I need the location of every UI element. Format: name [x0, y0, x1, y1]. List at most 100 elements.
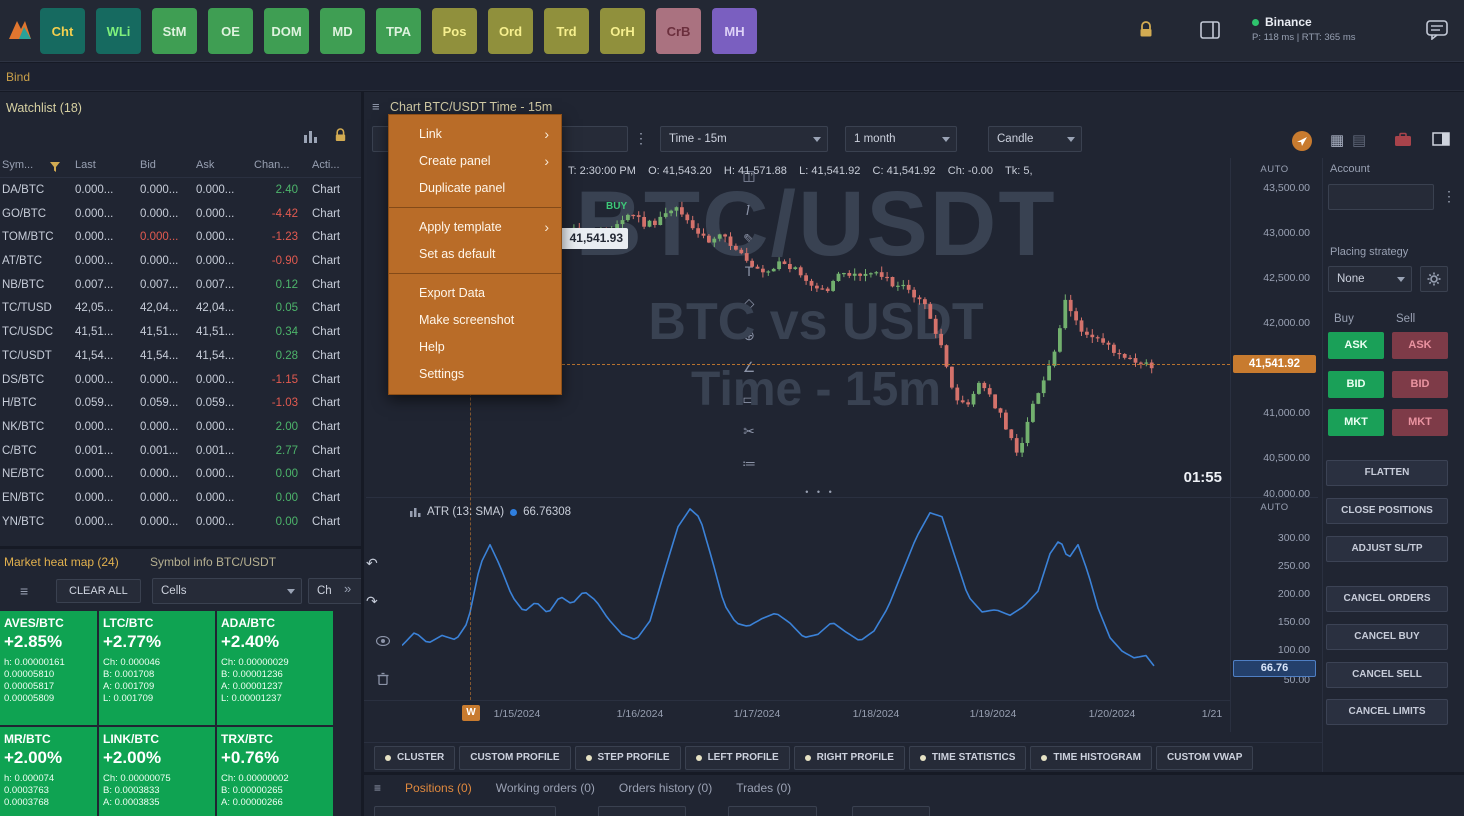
- context-menu-item[interactable]: Set as default ›: [389, 241, 561, 274]
- panel-launch-button[interactable]: Pos: [432, 8, 477, 54]
- chart-action-link[interactable]: Chart: [312, 208, 340, 220]
- context-menu-item[interactable]: Apply template ›: [389, 214, 561, 241]
- profile-button[interactable]: CUSTOM PROFILE: [459, 746, 570, 770]
- col-change[interactable]: Chan...: [254, 159, 289, 171]
- lock-workspace-icon[interactable]: [1138, 21, 1154, 39]
- watchlist-lock-icon[interactable]: [334, 128, 347, 143]
- chart-action-link[interactable]: Chart: [312, 255, 340, 267]
- watchlist-row[interactable]: TC/USDC 41,51... 41,51... 41,51... 0.34 …: [0, 322, 361, 346]
- watchlist-row[interactable]: DA/BTC 0.000... 0.000... 0.000... 2.40 C…: [0, 180, 361, 204]
- grid-view-icon[interactable]: ▦: [1330, 131, 1344, 149]
- chart-action-link[interactable]: Chart: [312, 516, 340, 528]
- heatmap-more-chevron-icon[interactable]: »: [344, 581, 351, 596]
- trade-action-button[interactable]: FLATTEN: [1326, 460, 1448, 486]
- panel-launch-button[interactable]: TPA: [376, 8, 421, 54]
- trade-action-button[interactable]: CANCEL BUY: [1326, 624, 1448, 650]
- sell-order-button[interactable]: BID: [1392, 371, 1448, 398]
- chart-action-link[interactable]: Chart: [312, 231, 340, 243]
- profile-button[interactable]: CUSTOM VWAP: [1156, 746, 1253, 770]
- watchlist-row[interactable]: TOM/BTC 0.000... 0.000... 0.000... -1.23…: [0, 227, 361, 251]
- pane-splitter-handle[interactable]: • • •: [800, 487, 840, 497]
- chart-action-link[interactable]: Chart: [312, 468, 340, 480]
- sell-order-button[interactable]: ASK: [1392, 332, 1448, 359]
- positions-tab[interactable]: Working orders (0): [496, 781, 595, 795]
- watchlist-row[interactable]: TC/USDT 41,54... 41,54... 41,54... 0.28 …: [0, 346, 361, 370]
- col-bid[interactable]: Bid: [140, 159, 156, 171]
- profile-button[interactable]: STEP PROFILE: [575, 746, 681, 770]
- col-ask[interactable]: Ask: [196, 159, 214, 171]
- watchlist-row[interactable]: NK/BTC 0.000... 0.000... 0.000... 2.00 C…: [0, 417, 361, 441]
- cells-dropdown[interactable]: Cells: [152, 578, 302, 604]
- trade-action-button[interactable]: CANCEL LIMITS: [1326, 699, 1448, 725]
- context-menu-item[interactable]: Duplicate panel ›: [389, 175, 561, 208]
- watchlist-row[interactable]: GO/BTC 0.000... 0.000... 0.000... -4.42 …: [0, 204, 361, 228]
- placing-strategy-dropdown[interactable]: None: [1328, 266, 1412, 292]
- context-menu-item[interactable]: Link ›: [389, 121, 561, 148]
- watchlist-row[interactable]: NB/BTC 0.007... 0.007... 0.007... 0.12 C…: [0, 275, 361, 299]
- visibility-eye-icon[interactable]: [376, 636, 390, 646]
- profile-button[interactable]: TIME HISTOGRAM: [1030, 746, 1152, 770]
- profile-button[interactable]: TIME STATISTICS: [909, 746, 1027, 770]
- bottom-action-button[interactable]: [598, 806, 686, 816]
- speed-order-icon[interactable]: [1291, 130, 1313, 152]
- chat-icon[interactable]: [1426, 20, 1448, 40]
- panel-launch-button[interactable]: OrH: [600, 8, 645, 54]
- tab-symbol-info[interactable]: Symbol info BTC/USDT: [150, 555, 276, 569]
- watchlist-row[interactable]: NE/BTC 0.000... 0.000... 0.000... 0.00 C…: [0, 464, 361, 488]
- buy-order-button[interactable]: MKT: [1328, 409, 1384, 436]
- chart-action-link[interactable]: Chart: [312, 184, 340, 196]
- heatmap-list-icon[interactable]: ≡: [20, 583, 28, 599]
- chart-action-link[interactable]: Chart: [312, 326, 340, 338]
- chart-action-link[interactable]: Chart: [312, 397, 340, 409]
- positions-tab[interactable]: Positions (0): [405, 781, 472, 795]
- heatmap-tile[interactable]: AVES/BTC +2.85% h: 0.00000161 0.00005810…: [0, 611, 97, 725]
- connection-status[interactable]: Binance P: 118 ms | RTT: 365 ms: [1252, 15, 1355, 43]
- trade-action-button[interactable]: ADJUST SL/TP: [1326, 536, 1448, 562]
- atr-indicator-header[interactable]: ATR (13: SMA) 66.76308: [410, 506, 571, 518]
- col-action[interactable]: Acti...: [312, 159, 340, 171]
- chart-menu-icon[interactable]: ≡: [372, 99, 380, 114]
- sell-order-button[interactable]: MKT: [1392, 409, 1448, 436]
- panel-launch-button[interactable]: Ord: [488, 8, 533, 54]
- panel-launch-button[interactable]: WLi: [96, 8, 141, 54]
- context-menu-item[interactable]: Help ›: [389, 334, 561, 361]
- trade-action-button[interactable]: CANCEL ORDERS: [1326, 586, 1448, 612]
- panel-launch-button[interactable]: MH: [712, 8, 757, 54]
- buy-order-button[interactable]: ASK: [1328, 332, 1384, 359]
- watchlist-title[interactable]: Watchlist (18): [6, 101, 82, 115]
- redo-icon[interactable]: ↷: [366, 590, 400, 612]
- bottom-action-button[interactable]: [852, 806, 930, 816]
- positions-tab[interactable]: Trades (0): [736, 781, 791, 795]
- heatmap-tile[interactable]: LINK/BTC +2.00% Ch: 0.00000075 B: 0.0003…: [99, 727, 215, 816]
- panel-launch-button[interactable]: CrB: [656, 8, 701, 54]
- panel-right-toggle-icon[interactable]: [1432, 132, 1450, 146]
- heatmap-tile[interactable]: ADA/BTC +2.40% Ch: 0.00000029 B: 0.00001…: [217, 611, 333, 725]
- account-menu-dots-icon[interactable]: ⋮: [1442, 188, 1456, 205]
- chart-action-link[interactable]: Chart: [312, 445, 340, 457]
- bind-label[interactable]: Bind: [6, 70, 30, 84]
- context-menu-item[interactable]: Make screenshot ›: [389, 307, 561, 334]
- panel-launch-button[interactable]: OE: [208, 8, 253, 54]
- atr-scale-auto[interactable]: AUTO: [1231, 502, 1318, 513]
- chart-style-dropdown[interactable]: Candle: [988, 126, 1082, 152]
- panel-launch-button[interactable]: MD: [320, 8, 365, 54]
- context-menu-item[interactable]: Create panel ›: [389, 148, 561, 175]
- chart-action-link[interactable]: Chart: [312, 279, 340, 291]
- trade-action-button[interactable]: CLOSE POSITIONS: [1326, 498, 1448, 524]
- trade-action-button[interactable]: CANCEL SELL: [1326, 662, 1448, 688]
- watchlist-row[interactable]: DS/BTC 0.000... 0.000... 0.000... -1.15 …: [0, 370, 361, 394]
- profile-button[interactable]: LEFT PROFILE: [685, 746, 790, 770]
- briefcase-trading-icon[interactable]: [1394, 132, 1412, 147]
- chart-action-link[interactable]: Chart: [312, 421, 340, 433]
- range-dropdown[interactable]: 1 month: [845, 126, 957, 152]
- heatmap-tile[interactable]: LTC/BTC +2.77% Ch: 0.000046 B: 0.001708 …: [99, 611, 215, 725]
- timeframe-dropdown[interactable]: Time - 15m: [660, 126, 828, 152]
- chart-action-link[interactable]: Chart: [312, 374, 340, 386]
- context-menu-item[interactable]: Export Data ›: [389, 280, 561, 307]
- col-symbol[interactable]: Sym...: [2, 159, 33, 171]
- bottom-action-button[interactable]: [728, 806, 817, 816]
- watchlist-row[interactable]: C/BTC 0.001... 0.001... 0.001... 2.77 Ch…: [0, 441, 361, 465]
- layout-windows-icon[interactable]: [1200, 21, 1220, 39]
- positions-tab[interactable]: Orders history (0): [619, 781, 712, 795]
- atr-line-chart[interactable]: [402, 500, 1230, 695]
